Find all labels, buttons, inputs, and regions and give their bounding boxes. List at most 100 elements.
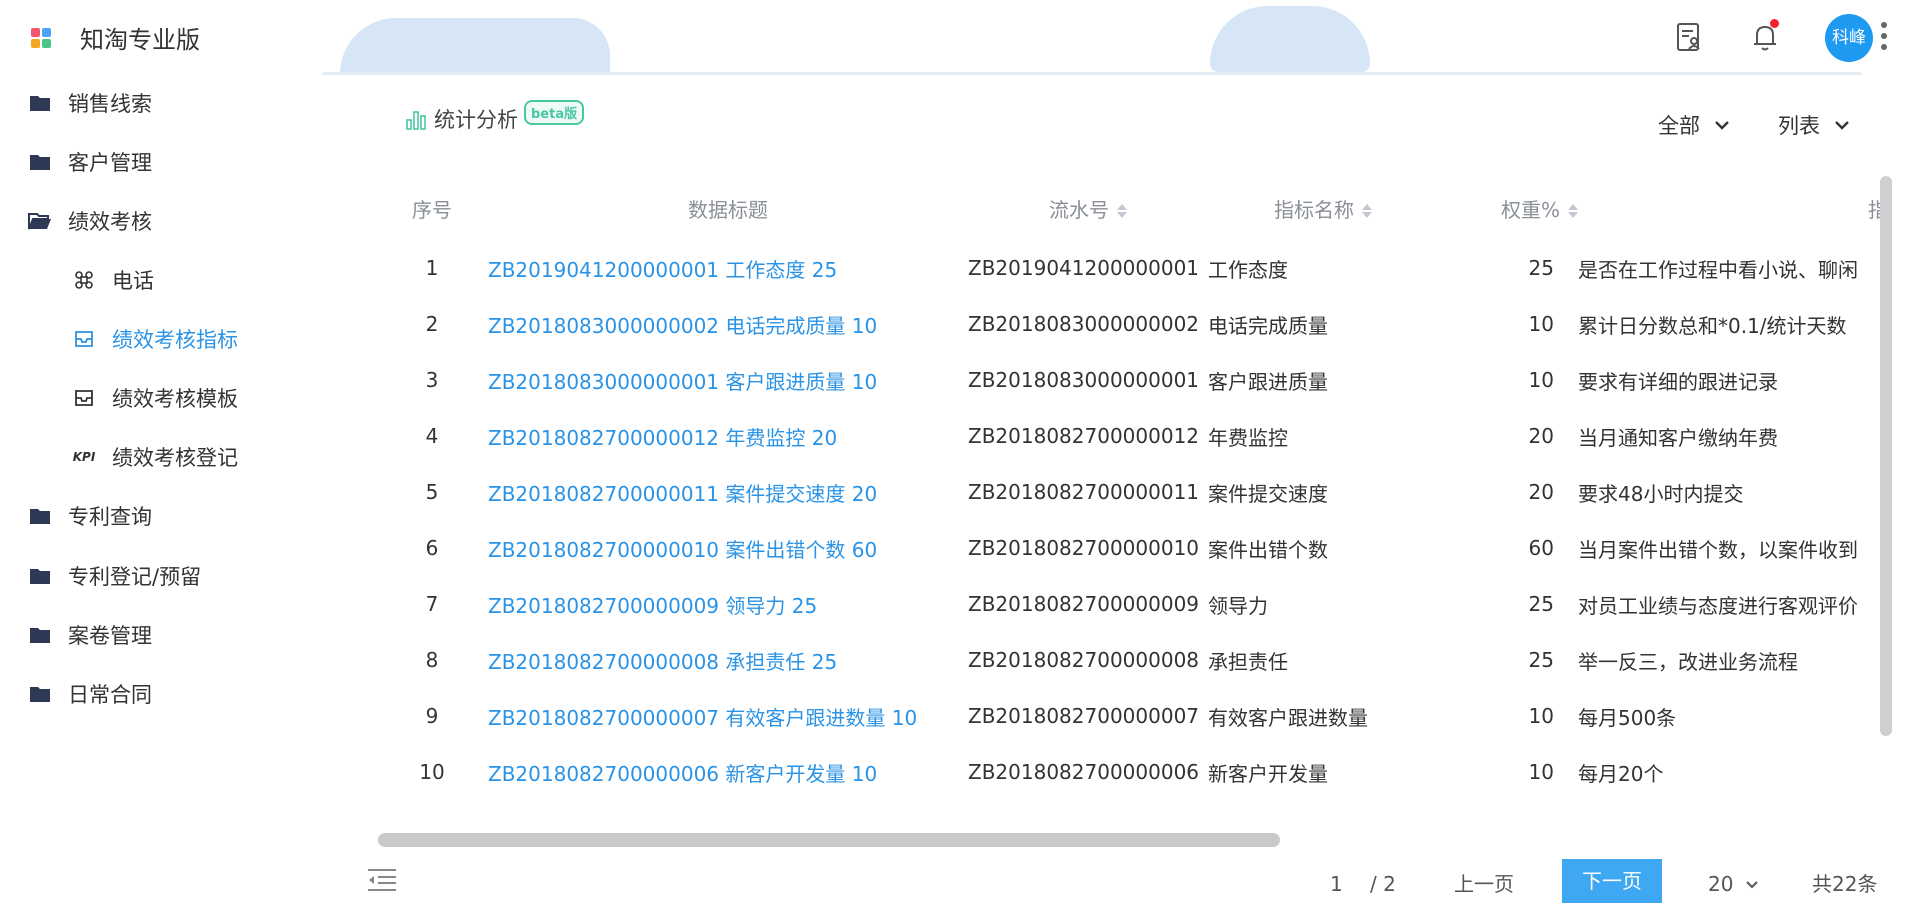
sidebar-item-customer-management[interactable]: 客户管理: [28, 142, 152, 182]
row-number: 6: [425, 536, 439, 560]
column-header-name[interactable]: 指标名称: [1208, 176, 1438, 240]
row-title-link[interactable]: ZB2018082700000012 年费监控 20: [482, 408, 968, 464]
kpi-table: 序号 数据标题 流水号 指标名称 权重% 指标要求 1 ZB20190412000…: [382, 176, 1884, 806]
row-title-link[interactable]: ZB2018083000000001 客户跟进质量 10: [482, 352, 968, 408]
row-title-link[interactable]: ZB2018082700000006 新客户开发量 10: [482, 744, 968, 800]
row-title-link[interactable]: ZB2018082700000009 领导力 25: [482, 576, 968, 632]
sidebar-item-label: 客户管理: [68, 151, 152, 175]
sidebar-item-kpi-templates[interactable]: 绩效考核模板: [72, 378, 238, 418]
sidebar-item-label: 电话: [112, 269, 154, 293]
sort-icon[interactable]: [1117, 204, 1127, 218]
sidebar-item-patent-registration[interactable]: 专利登记/预留: [28, 556, 201, 596]
row-number: 8: [425, 648, 439, 672]
row-number: 11: [382, 800, 482, 806]
row-weight: 25: [1528, 648, 1554, 672]
column-header-weight[interactable]: 权重%: [1438, 176, 1578, 240]
inbox-icon: [72, 386, 96, 410]
statistics-button[interactable]: 统计分析 beta版: [406, 99, 585, 134]
table-row[interactable]: 10 ZB2018082700000006 新客户开发量 10 ZB20180827…: [382, 744, 1884, 800]
main-content: 统计分析 beta版 全部 列表 序号 数据标题 流水号 指标名称 权重% 指标…: [322, 76, 1906, 909]
row-requirement: 每月500条: [1578, 705, 1677, 730]
sidebar-item-kpi-indicators[interactable]: 绩效考核指标: [72, 319, 238, 359]
header-decoration: [340, 18, 610, 74]
row-number: 4: [425, 424, 439, 448]
sidebar-item-patent-search[interactable]: 专利查询: [28, 496, 152, 536]
data-table-container: 序号 数据标题 流水号 指标名称 权重% 指标要求 1 ZB20190412000…: [382, 176, 1884, 806]
sidebar-item-daily-contracts[interactable]: 日常合同: [28, 674, 152, 714]
table-row[interactable]: 2 ZB2018083000000002 电话完成质量 10 ZB201808300…: [382, 296, 1884, 352]
sidebar-item-label: 案卷管理: [68, 624, 152, 648]
filter-dropdown[interactable]: 全部: [1658, 110, 1730, 140]
row-requirement: 对员工业绩与态度进行客观评价: [1578, 593, 1858, 618]
more-vertical-icon[interactable]: [1880, 22, 1888, 58]
row-title-link[interactable]: ZB2018082700000010 案件出错个数 60: [482, 520, 968, 576]
sort-icon[interactable]: [1362, 204, 1372, 218]
row-requirement: 累计日分数总和*0.1/统计天数: [1578, 313, 1847, 338]
header-decoration: [322, 72, 1862, 75]
sidebar-item-kpi-registration[interactable]: KPI 绩效考核登记: [72, 437, 238, 477]
sidebar-item-phone[interactable]: 电话: [72, 260, 154, 300]
bar-chart-icon: [406, 111, 426, 130]
sidebar-item-sales-leads[interactable]: 销售线索: [28, 83, 152, 123]
row-weight: 10: [1528, 368, 1554, 392]
row-indicator-name: 客户跟进质量: [1208, 369, 1328, 394]
folder-icon: [28, 682, 52, 706]
sidebar-item-performance[interactable]: 绩效考核: [28, 201, 152, 241]
table-row[interactable]: 4 ZB2018082700000012 年费监控 20 ZB20180827000…: [382, 408, 1884, 464]
sidebar-item-label: 日常合同: [68, 683, 152, 707]
row-title-link[interactable]: ZB2018082700000008 承担责任 25: [482, 632, 968, 688]
row-requirement: 当月案件出错个数，以案件收到: [1578, 537, 1858, 562]
row-weight: 10: [1528, 312, 1554, 336]
row-title-link[interactable]: ZB2018083000000002 电话完成质量 10: [482, 296, 968, 352]
table-row[interactable]: 11ZB2018082700000005 业绩 40ZB201808270000…: [382, 800, 1884, 806]
row-serial: ZB2018082700000007: [968, 704, 1200, 728]
row-title-link[interactable]: ZB2018082700000007 有效客户跟进数量 10: [482, 688, 968, 744]
row-indicator-name: 电话完成质量: [1208, 313, 1328, 338]
app-logo-icon[interactable]: [31, 28, 51, 48]
kpi-icon: KPI: [72, 450, 96, 464]
table-row[interactable]: 5 ZB2018082700000011 案件提交速度 20 ZB201808270…: [382, 464, 1884, 520]
horizontal-scrollbar[interactable]: [378, 833, 1280, 847]
folder-icon: [28, 150, 52, 174]
table-row[interactable]: 7 ZB2018082700000009 领导力 25 ZB201808270000…: [382, 576, 1884, 632]
inbox-icon: [72, 327, 96, 351]
avatar[interactable]: 科峰: [1825, 14, 1873, 62]
row-title-link[interactable]: ZB2019041200000001 工作态度 25: [482, 240, 968, 296]
row-indicator-name: 业绩: [1208, 800, 1438, 806]
table-row[interactable]: 3 ZB2018083000000001 客户跟进质量 10 ZB201808300…: [382, 352, 1884, 408]
page-size-select[interactable]: 20: [1708, 864, 1759, 904]
row-serial: ZB2018082700000005: [968, 800, 1208, 806]
row-weight: 25: [1528, 256, 1554, 280]
next-page-button[interactable]: 下一页: [1562, 859, 1662, 903]
app-header: 知淘专业版 科峰: [0, 0, 1906, 76]
row-weight: 20: [1528, 480, 1554, 504]
prev-page-button[interactable]: 上一页: [1454, 864, 1514, 904]
row-serial: ZB2018082700000009: [968, 592, 1200, 616]
current-page[interactable]: 1: [1330, 864, 1343, 904]
row-title-link[interactable]: ZB2018082700000005 业绩 40: [482, 800, 968, 806]
statistics-label: 统计分析: [434, 108, 518, 132]
table-row[interactable]: 1 ZB2019041200000001 工作态度 25 ZB20190412000…: [382, 240, 1884, 296]
table-row[interactable]: 9 ZB2018082700000007 有效客户跟进数量 10 ZB2018082…: [382, 688, 1884, 744]
view-dropdown[interactable]: 列表: [1778, 110, 1850, 140]
table-row[interactable]: 6 ZB2018082700000010 案件出错个数 60 ZB201808270…: [382, 520, 1884, 576]
column-header-serial[interactable]: 流水号: [968, 176, 1208, 240]
sort-icon[interactable]: [1568, 204, 1578, 218]
row-serial: ZB2018082700000008: [968, 648, 1200, 672]
row-indicator-name: 案件出错个数: [1208, 537, 1328, 562]
table-row[interactable]: 8 ZB2018082700000008 承担责任 25 ZB20180827000…: [382, 632, 1884, 688]
row-indicator-name: 有效客户跟进数量: [1208, 705, 1368, 730]
sidebar: 销售线索 客户管理 绩效考核 电话 绩效考核指标 绩效考核模板 KPI 绩效考核…: [0, 76, 322, 909]
sidebar-item-case-management[interactable]: 案卷管理: [28, 615, 152, 655]
header-decoration: [1210, 6, 1370, 72]
total-count: 共22条: [1812, 872, 1878, 896]
document-user-icon[interactable]: [1672, 20, 1706, 54]
collapse-sidebar-icon[interactable]: [366, 867, 398, 893]
row-title-link[interactable]: ZB2018082700000011 案件提交速度 20: [482, 464, 968, 520]
row-number: 2: [425, 312, 439, 336]
vertical-scrollbar[interactable]: [1880, 176, 1892, 736]
row-serial: ZB2018082700000011: [968, 480, 1200, 504]
row-requirement: 每月20个: [1578, 761, 1664, 786]
sidebar-item-label: 绩效考核指标: [112, 328, 238, 352]
filter-value: 全部: [1658, 114, 1700, 138]
